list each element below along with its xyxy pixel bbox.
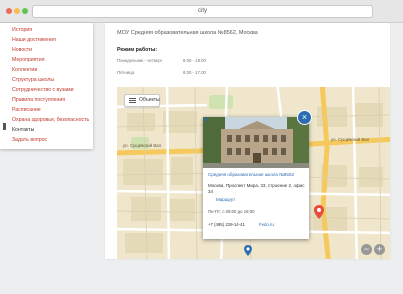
sidebar-item-admission[interactable]: Правила поступления xyxy=(12,97,65,103)
map-marker-icon[interactable] xyxy=(244,245,252,256)
hours-time: 8.00 - 18.00 xyxy=(183,58,206,63)
objects-label: Объекты xyxy=(139,97,160,103)
sidebar-item-news[interactable]: Новости xyxy=(12,47,32,53)
map-pin-icon[interactable] xyxy=(314,205,324,219)
close-popup-button[interactable]: × xyxy=(297,110,312,125)
sidebar-item-contacts[interactable]: Контакты xyxy=(12,127,34,133)
route-icon[interactable] xyxy=(203,117,209,123)
sidebar-item-universities[interactable]: Сотрудничество с вузами xyxy=(12,87,74,93)
address-bar[interactable]: city xyxy=(32,5,373,18)
place-phone: +7 (495) 229-14-41 xyxy=(208,222,245,227)
place-website-link[interactable]: Fedo.ru xyxy=(259,222,274,227)
sidebar-item-ask-question[interactable]: Задать вопрос xyxy=(12,137,47,143)
list-icon xyxy=(129,98,136,103)
sidebar-item-history[interactable]: История xyxy=(12,27,32,33)
zoom-out-button[interactable]: − xyxy=(361,244,372,255)
sidebar-item-events[interactable]: Мероприятия xyxy=(12,57,45,63)
hours-title: Режим работы: xyxy=(117,47,158,53)
sidebar-item-safety[interactable]: Охрана здоровья, безопасность xyxy=(12,117,89,123)
page: МОУ Средняя образовательная школа №8562,… xyxy=(0,23,403,294)
school-address: МОУ Средняя образовательная школа №8562,… xyxy=(117,30,258,36)
place-hours: Пн-Пт: с 08:00 до 18:00 xyxy=(208,209,255,214)
sidebar-menu: История Наши достижения Новости Мероприя… xyxy=(0,23,93,149)
hours-time: 8.00 - 17.00 xyxy=(183,70,206,75)
route-link[interactable]: Маршрут xyxy=(216,197,235,202)
sidebar-item-staff[interactable]: Коллектив xyxy=(12,67,37,73)
close-window-icon[interactable] xyxy=(6,8,12,14)
minimize-window-icon[interactable] xyxy=(14,8,20,14)
road-label: ул. Сущёвский Вал xyxy=(331,137,370,142)
school-building-image xyxy=(203,117,309,168)
sidebar-item-achievements[interactable]: Наши достижения xyxy=(12,37,56,43)
place-popup: × Средняя образовательная школа №8562 Мо… xyxy=(203,110,312,239)
sidebar-item-schedule[interactable]: Расписание xyxy=(12,107,41,113)
browser-toolbar: city xyxy=(0,0,403,23)
objects-button[interactable]: Объекты xyxy=(124,94,160,107)
school-photo xyxy=(203,117,309,168)
road-label: ул. Сущёвский Вал xyxy=(123,143,162,148)
map[interactable]: ул. Сущёвский Вал ул. Сущёвский Вал Объе… xyxy=(117,87,390,259)
contacts-content: МОУ Средняя образовательная школа №8562,… xyxy=(105,23,390,259)
place-name-link[interactable]: Средняя образовательная школа №8562 xyxy=(208,172,306,178)
maximize-window-icon[interactable] xyxy=(22,8,28,14)
active-item-marker xyxy=(3,123,6,130)
zoom-in-button[interactable]: + xyxy=(374,244,385,255)
sidebar-item-structure[interactable]: Структура школы xyxy=(12,77,54,83)
hours-day: Понедельник - четверг xyxy=(117,58,163,63)
place-address: Москва, Проспект Мира, 33, строение 2, о… xyxy=(208,183,305,194)
hours-day: Пятница xyxy=(117,70,135,75)
